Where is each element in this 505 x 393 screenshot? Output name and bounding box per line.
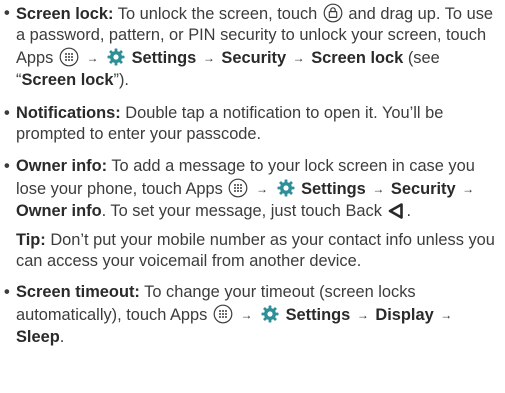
settings-path: Settings (131, 48, 197, 67)
bullet: • (4, 4, 10, 22)
settings-gear-icon (276, 178, 296, 198)
lock-icon (323, 3, 343, 23)
screen-lock-path: Screen lock (311, 48, 404, 67)
tip-paragraph: Tip: Don’t put your mobile number as you… (16, 230, 499, 273)
arrow-icon: → (86, 50, 99, 65)
settings-path: Settings (301, 179, 366, 198)
tip-text: Don’t put your mobile number as your con… (16, 230, 495, 271)
screen-lock-reference: Screen lock (21, 71, 114, 90)
arrow-icon: → (202, 50, 215, 65)
bullet: • (4, 157, 10, 176)
screen-lock-label: Screen lock: (16, 5, 114, 23)
see-close: ”). (113, 71, 129, 90)
sleep-path: Sleep (16, 328, 60, 347)
owner-info-path: Owner info (16, 202, 102, 221)
screen-timeout-text-2: . (59, 328, 65, 347)
security-path: Security (390, 179, 456, 198)
settings-gear-icon (106, 47, 126, 67)
period: . (406, 202, 412, 221)
arrow-icon: → (372, 181, 385, 196)
arrow-icon: → (440, 307, 453, 322)
display-path: Display (375, 305, 434, 324)
arrow-icon: → (292, 50, 305, 65)
list-item-screen-timeout: • Screen timeout: To change your timeout… (3, 282, 499, 348)
settings-path: Settings (285, 305, 351, 324)
apps-icon (59, 47, 79, 67)
arrow-icon: → (356, 307, 369, 322)
notifications-label: Notifications: (16, 103, 121, 122)
tip-label: Tip: (16, 230, 46, 249)
apps-icon (213, 304, 233, 324)
bullet: • (4, 103, 10, 122)
screen-lock-text-1: To unlock the screen, touch (117, 5, 318, 23)
owner-info-label: Owner info: (16, 157, 108, 176)
back-icon (387, 202, 405, 220)
list-item-notifications: • Notifications: Double tap a notificati… (3, 103, 499, 146)
arrow-icon: → (240, 307, 253, 322)
settings-gear-icon (260, 304, 280, 324)
arrow-icon: → (462, 181, 475, 196)
owner-info-text-2: . To set your message, just touch Back (101, 202, 382, 221)
screen-timeout-label: Screen timeout: (16, 283, 140, 302)
bullet: • (4, 283, 10, 302)
apps-icon (228, 178, 248, 198)
document-page: • Screen lock: To unlock the screen, tou… (0, 0, 505, 393)
list-item-owner-info: • Owner info: To add a message to your l… (3, 156, 499, 222)
security-path: Security (221, 48, 287, 67)
list-item-screen-lock: • Screen lock: To unlock the screen, tou… (3, 3, 499, 92)
arrow-icon: → (255, 181, 268, 196)
